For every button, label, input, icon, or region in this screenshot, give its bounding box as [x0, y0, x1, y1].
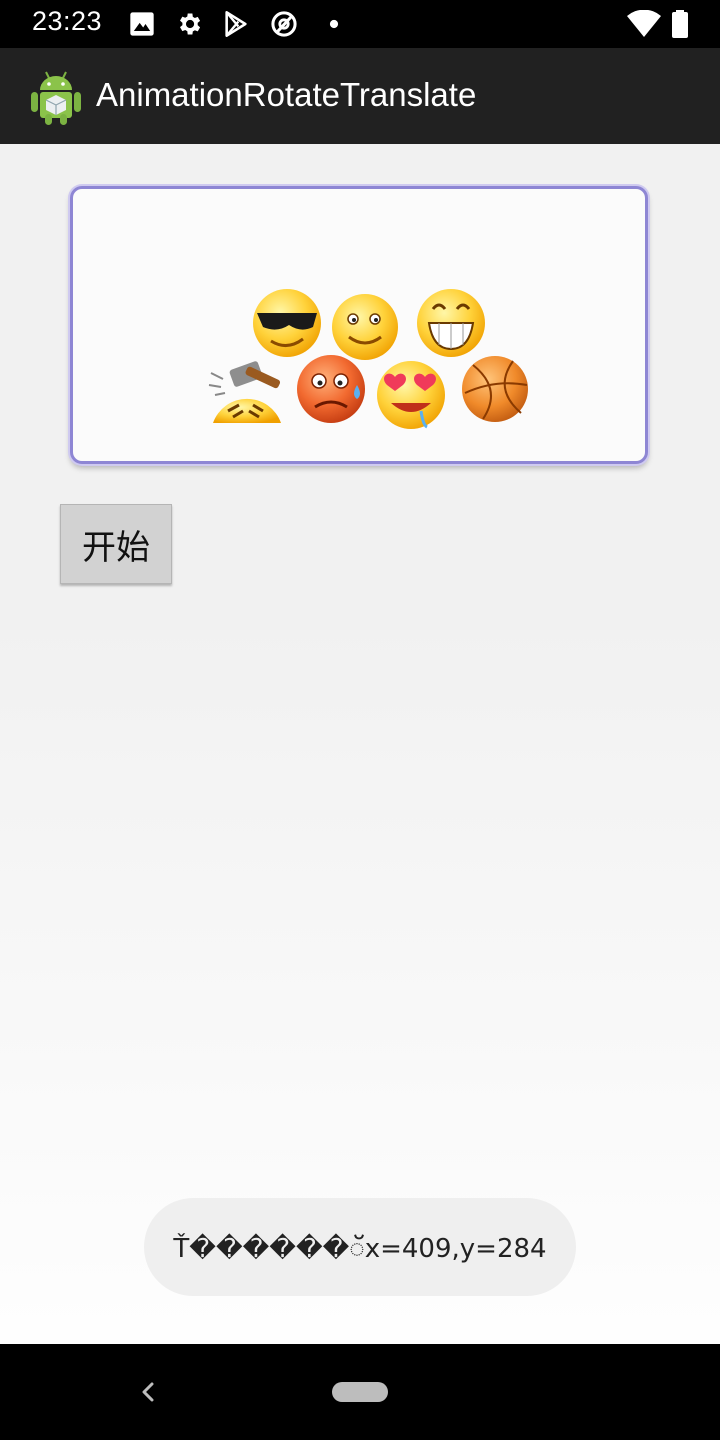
smile-emoji [332, 294, 398, 360]
basketball-icon [462, 356, 528, 422]
settings-gear-icon [180, 13, 201, 35]
toast-message: Ť������ॅx=409,y=284 [144, 1198, 576, 1296]
worried-sweat-emoji [297, 355, 365, 423]
app-title: AnimationRotateTranslate [96, 76, 477, 113]
at-sign-icon [271, 11, 297, 37]
animation-frame [70, 186, 648, 464]
navigation-bar [0, 1344, 720, 1440]
status-time: 23:23 [32, 6, 103, 36]
emoji-layer [208, 289, 528, 429]
heart-eyes-emoji [377, 361, 445, 429]
home-pill[interactable] [332, 1382, 388, 1402]
start-button[interactable]: 开始 [60, 504, 172, 584]
app-bar: AnimationRotateTranslate [0, 48, 720, 144]
grin-emoji [417, 289, 485, 357]
dot-icon [329, 19, 339, 29]
cool-sunglasses-emoji [253, 289, 321, 357]
content-area: 开始 Ť������ॅx=409,y=284 [0, 144, 720, 1344]
android-app-icon [31, 71, 81, 125]
status-bar: 23:23 [0, 0, 720, 48]
image-icon [130, 12, 154, 36]
back-icon[interactable] [136, 1376, 160, 1408]
wifi-icon [627, 10, 661, 37]
hammer-emoji [208, 361, 281, 423]
battery-icon [672, 10, 688, 38]
play-store-icon [225, 11, 247, 37]
